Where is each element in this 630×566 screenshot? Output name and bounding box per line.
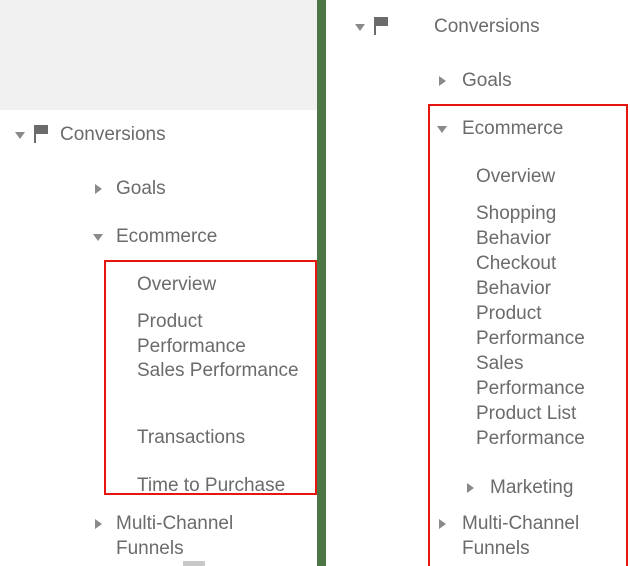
chevron-right-icon[interactable]: [92, 511, 108, 536]
sidebar-item-transactions[interactable]: Transactions: [137, 425, 317, 450]
sidebar-item-label: Conversions: [434, 16, 540, 37]
chevron-down-icon[interactable]: [14, 122, 30, 147]
sidebar-item-label: Product List Performance: [476, 403, 585, 449]
sidebar-item-label: Multi-Channel Funnels: [462, 513, 580, 559]
sidebar-item-product-performance[interactable]: Product Performance: [476, 301, 626, 351]
chevron-right-icon[interactable]: [436, 68, 452, 93]
sidebar-item-label: Sales Performance: [476, 353, 585, 399]
sidebar-item-label: Time to Purchase: [137, 475, 286, 496]
sidebar-item-product-list-performance[interactable]: Product List Performance: [476, 401, 626, 451]
sidebar-item-goals[interactable]: Goals: [436, 68, 512, 93]
flag-icon: [30, 122, 52, 147]
sidebar-item-product-performance[interactable]: Product Performance: [137, 309, 309, 359]
sidebar-item-label: Overview: [137, 274, 217, 295]
sidebar-item-goals[interactable]: Goals: [92, 176, 166, 201]
sidebar-item-multi-channel-funnels[interactable]: Multi-Channel Funnels: [92, 511, 282, 561]
sidebar-item-sales-performance[interactable]: Sales Performance: [137, 358, 309, 383]
sidebar-item-overview[interactable]: Overview: [476, 164, 626, 189]
sidebar-item-label: Checkout Behavior: [476, 253, 557, 299]
right-sidebar-panel: Conversions Goals Ecommerce Overview Sho…: [346, 0, 630, 566]
flag-icon: [370, 14, 392, 39]
sidebar-item-time-to-purchase[interactable]: Time to Purchase: [137, 473, 317, 498]
sidebar-item-ecommerce[interactable]: Ecommerce: [92, 224, 217, 249]
sidebar-item-label: Product Performance: [476, 303, 585, 349]
sidebar-item-conversions[interactable]: Conversions: [14, 122, 166, 147]
sidebar-item-label: Product Performance: [137, 311, 246, 357]
sidebar-item-label: Transactions: [137, 427, 246, 448]
sidebar-item-shopping-behavior[interactable]: Shopping Behavior: [476, 201, 622, 251]
chevron-right-icon[interactable]: [92, 176, 108, 201]
panel-divider: [326, 0, 346, 566]
chevron-right-icon[interactable]: [436, 511, 452, 536]
left-sidebar-panel: Conversions Goals Ecommerce Overview Pro…: [0, 0, 326, 566]
chevron-down-icon[interactable]: [354, 14, 370, 39]
sidebar-item-label: Marketing: [490, 477, 574, 498]
panel-bottom-artifact: [183, 561, 205, 566]
sidebar-item-label: Ecommerce: [116, 226, 218, 247]
sidebar-item-label: Overview: [476, 166, 556, 187]
sidebar-item-label: Goals: [462, 70, 512, 91]
sidebar-item-label: Goals: [116, 178, 166, 199]
sidebar-item-label: Sales Performance: [137, 360, 299, 381]
screenshot-root: Conversions Goals Ecommerce Overview Pro…: [0, 0, 630, 566]
left-panel-green-edge: [317, 0, 326, 566]
sidebar-item-label: Shopping Behavior: [476, 203, 557, 249]
sidebar-item-sales-performance[interactable]: Sales Performance: [476, 351, 624, 401]
chevron-down-icon[interactable]: [92, 224, 108, 249]
sidebar-item-label: Ecommerce: [462, 118, 564, 139]
sidebar-item-overview[interactable]: Overview: [137, 272, 317, 297]
sidebar-item-ecommerce[interactable]: Ecommerce: [436, 116, 563, 141]
chevron-down-icon[interactable]: [436, 116, 452, 141]
sidebar-item-label: Multi-Channel Funnels: [116, 513, 234, 559]
sidebar-item-checkout-behavior[interactable]: Checkout Behavior: [476, 251, 622, 301]
sidebar-item-label: Conversions: [60, 124, 166, 145]
chevron-right-icon[interactable]: [464, 475, 480, 500]
sidebar-item-conversions[interactable]: Conversions: [354, 14, 540, 39]
sidebar-item-marketing[interactable]: Marketing: [464, 475, 573, 500]
sidebar-item-multi-channel-funnels[interactable]: Multi-Channel Funnels: [436, 511, 626, 561]
left-panel-top-shade: [0, 0, 326, 110]
